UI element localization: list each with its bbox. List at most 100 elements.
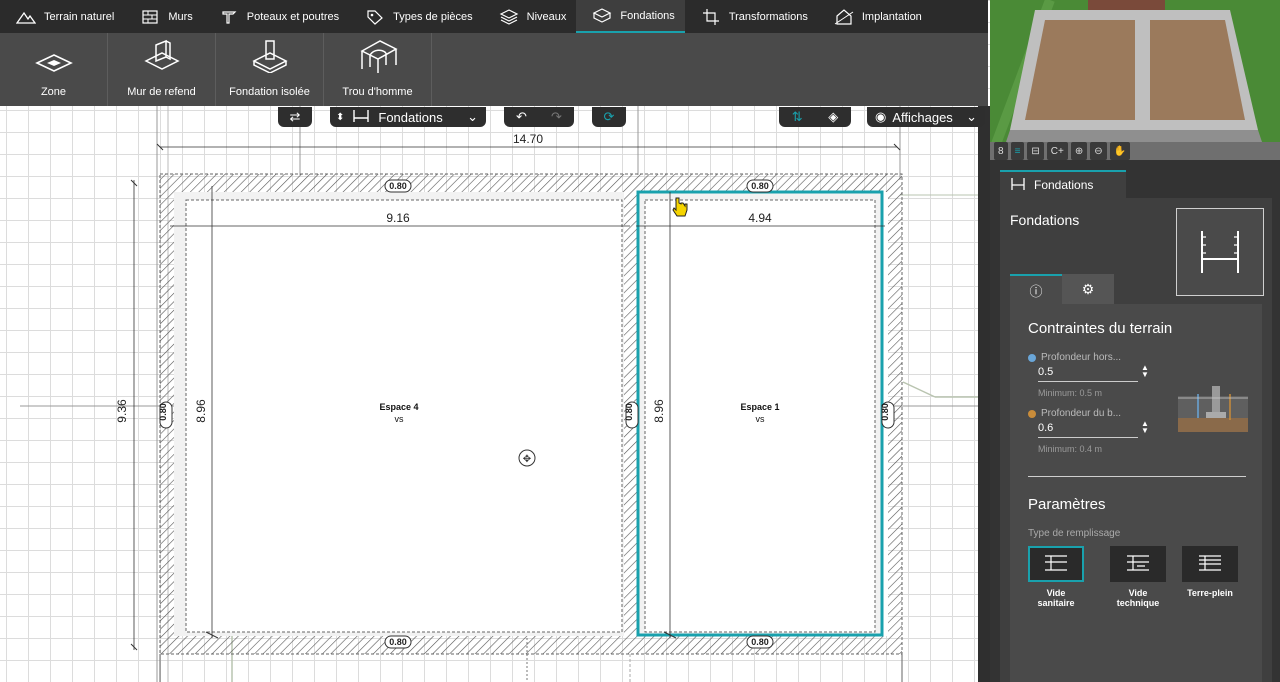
magnet-icon: ⟳ (603, 109, 615, 124)
preview-view-button[interactable]: ≡ (1010, 142, 1025, 160)
wall-thickness-label: 0.80 (751, 637, 769, 647)
manhole-icon (358, 37, 398, 76)
tool-trou-d-homme[interactable]: Trou d'homme (324, 33, 432, 106)
depth-diagram (1178, 376, 1248, 432)
tool-zone[interactable]: Zone (0, 33, 108, 106)
wall-thickness-label: 0.80 (389, 637, 407, 647)
tab-murs[interactable]: Murs (124, 0, 202, 33)
fondations-toolbar: Zone Mur de refend Fondation isolée Trou… (0, 33, 988, 106)
pan-hand-button[interactable]: ✋ (1109, 142, 1131, 160)
fill-option-vide-technique[interactable]: Vide technique (1110, 546, 1166, 608)
terrain-icon (16, 8, 36, 26)
profondeur-hors-stepper[interactable]: ▲ ▼ (1141, 364, 1149, 379)
dimension-outer-height: 9.36 (115, 399, 129, 423)
swap-icon: ⇄ (289, 109, 301, 124)
gear-icon: ⚙ (1081, 280, 1095, 297)
profondeur-b-hint: Minimum: 0.4 m (1038, 444, 1103, 454)
isolated-footing-icon (250, 37, 290, 76)
info-section: Contraintes du terrain Profondeur hors..… (1010, 304, 1262, 682)
implantation-icon (834, 8, 854, 26)
panel-title: Fondations (1010, 212, 1080, 228)
snap-button[interactable]: ⟳ (592, 107, 626, 127)
section-divider (1028, 476, 1246, 477)
redo-icon[interactable]: ↷ (551, 109, 562, 125)
layer-select-value: Fondations (378, 109, 443, 125)
undo-icon[interactable]: ↶ (516, 109, 527, 125)
view-tools-group: ⇅ ◈ (779, 107, 851, 127)
foundation-thumbnail (1176, 208, 1264, 296)
tab-poteaux-poutres[interactable]: Poteaux et poutres (203, 0, 349, 33)
zoom-in-button[interactable]: ⊕ (1070, 142, 1088, 160)
canvas-right-edge (978, 106, 990, 682)
panel-tab-fondations[interactable]: Fondations (1000, 170, 1126, 198)
info-icon: ⓘ (1029, 283, 1043, 299)
blue-dot-icon (1028, 353, 1036, 362)
tab-implantation[interactable]: Implantation (818, 0, 932, 33)
field-profondeur-b-label: Profondeur du b... (1028, 408, 1121, 419)
zoom-out-button[interactable]: ⊖ (1090, 142, 1107, 160)
wall-thickness-label: 0.80 (880, 403, 890, 421)
tab-niveaux[interactable]: Niveaux (483, 0, 577, 33)
dimension-right-width: 4.94 (748, 211, 772, 225)
main-tab-bar: Terrain naturel Murs Poteaux et poutres … (0, 0, 988, 33)
wall-icon (140, 8, 160, 26)
transform-icon (701, 8, 721, 26)
wall-thickness-label: 0.80 (158, 403, 168, 421)
foundation-layer-icon (1010, 177, 1026, 194)
dimension-inner-height-right: 8.96 (652, 399, 666, 423)
tab-types-pieces[interactable]: Types de pièces (349, 0, 483, 33)
vide-sanitaire-icon (1028, 546, 1084, 582)
tab-fondations[interactable]: Fondations (576, 0, 685, 33)
fill-option-vide-sanitaire[interactable]: Vide sanitaire (1028, 546, 1084, 608)
tool-mur-de-refend[interactable]: Mur de refend (108, 33, 216, 106)
chevron-down-icon: ⌄ (467, 109, 478, 124)
3d-preview[interactable] (990, 0, 1280, 160)
room-code: vs (756, 414, 766, 424)
field-profondeur-hors-label: Profondeur hors... (1028, 352, 1121, 363)
tab-settings[interactable]: ⚙ (1062, 274, 1114, 304)
dimension-left-width: 9.16 (386, 211, 410, 225)
preview-rotate-button[interactable]: C+ (1046, 142, 1068, 160)
tab-terrain-naturel[interactable]: Terrain naturel (0, 0, 124, 33)
dimension-inner-height-left: 8.96 (194, 399, 208, 423)
app-window: ✥ 0.80 0.80 0.80 0.80 0.80 0.80 0.80 14.… (0, 0, 1280, 682)
svg-text:✥: ✥ (523, 454, 531, 465)
wall-thickness-label: 0.80 (624, 403, 634, 421)
preview-plan-button[interactable]: ⊟ (1027, 142, 1044, 160)
room-name: Espace 4 (379, 402, 418, 412)
3d-preview-scene (990, 0, 1280, 160)
updown-icon: ⬍ (336, 111, 345, 123)
foundation-layer-icon (352, 109, 370, 126)
fill-type-label: Type de remplissage (1028, 528, 1121, 539)
layers-icon[interactable]: ◈ (828, 109, 838, 125)
preview-person-button[interactable]: 8 (994, 142, 1008, 160)
section-title-contraintes: Contraintes du terrain (1028, 320, 1173, 337)
levels-icon (499, 8, 519, 26)
foundation-icon (592, 7, 612, 25)
arrange-icon[interactable]: ⇅ (792, 109, 803, 125)
room-name: Espace 1 (740, 402, 779, 412)
profondeur-b-input[interactable]: 0.6 (1038, 422, 1138, 438)
layer-select[interactable]: ⬍ Fondations ⌄ (330, 107, 486, 127)
swap-button[interactable]: ⇄ (278, 107, 312, 127)
preview-toolbar: 8 ≡ ⊟ C+ ⊕ ⊖ ✋ (994, 142, 1131, 160)
wall-thickness-label: 0.80 (389, 181, 407, 191)
eye-icon: ◉ (875, 109, 887, 124)
dimension-total-width: 14.70 (513, 132, 543, 146)
zone-icon (34, 53, 73, 76)
tab-info[interactable]: ⓘ (1010, 274, 1062, 304)
beam-icon (219, 8, 239, 26)
section-title-parametres: Paramètres (1028, 496, 1106, 513)
fill-option-terre-plein[interactable]: Terre-plein (1182, 546, 1238, 598)
tool-fondation-isolee[interactable]: Fondation isolée (216, 33, 324, 106)
profondeur-b-stepper[interactable]: ▲ ▼ (1141, 420, 1149, 435)
chevron-down-icon: ⌄ (966, 109, 977, 124)
wall-thickness-label: 0.80 (751, 181, 769, 191)
vide-technique-icon (1110, 546, 1166, 582)
panel-body: Fondations ⓘ ⚙ Contraintes du terrain Pr… (1000, 198, 1272, 682)
display-menu[interactable]: ◉ Affichages ⌄ (867, 107, 985, 127)
terre-plein-icon (1182, 546, 1238, 582)
undo-redo-group: ↶ ↷ (504, 107, 574, 127)
profondeur-hors-input[interactable]: 0.5 (1038, 366, 1138, 382)
tab-transformations[interactable]: Transformations (685, 0, 818, 33)
